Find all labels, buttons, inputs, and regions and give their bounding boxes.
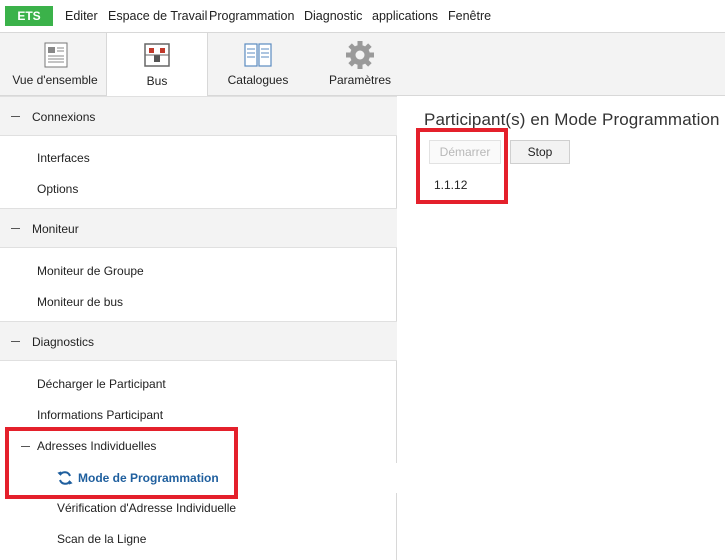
nav-item-scan-de-la-ligne[interactable]: Scan de la Ligne: [57, 532, 146, 546]
nav-item-decharger-participant[interactable]: Décharger le Participant: [37, 377, 166, 391]
menu-programmation[interactable]: Programmation: [209, 9, 294, 23]
tab-label: Paramètres: [328, 73, 392, 87]
highlight-box-adresses: [5, 427, 238, 499]
menu-bar: ETS Editer Espace de Travail Programmati…: [0, 0, 725, 32]
highlight-box-device: [416, 128, 508, 204]
nav-item-moniteur-de-bus[interactable]: Moniteur de bus: [37, 295, 123, 309]
overview-icon: [44, 42, 68, 68]
menu-editer[interactable]: Editer: [65, 9, 98, 23]
menu-diagnostic[interactable]: Diagnostic: [304, 9, 362, 23]
bus-icon: [144, 43, 170, 67]
tab-bus[interactable]: Bus: [106, 33, 208, 97]
catalog-icon: [244, 43, 272, 67]
tab-vue-ensemble[interactable]: Vue d'ensemble: [0, 33, 110, 96]
ets-app-button[interactable]: ETS: [5, 6, 53, 26]
collapse-icon[interactable]: [11, 341, 20, 342]
collapse-icon[interactable]: [11, 116, 20, 117]
section-title: Connexions: [32, 110, 96, 124]
tab-parametres[interactable]: Paramètres: [312, 33, 408, 96]
section-title: Diagnostics: [32, 335, 95, 349]
nav-item-moniteur-de-groupe[interactable]: Moniteur de Groupe: [37, 264, 144, 278]
section-moniteur[interactable]: Moniteur: [0, 208, 397, 248]
tab-label: Vue d'ensemble: [12, 73, 98, 87]
menu-espace-de-travail[interactable]: Espace de Travail: [108, 9, 207, 23]
section-connexions[interactable]: Connexions: [0, 96, 397, 136]
section-title: Moniteur: [32, 222, 79, 236]
nav-item-informations-participant[interactable]: Informations Participant: [37, 408, 163, 422]
collapse-icon[interactable]: [11, 228, 20, 229]
page-title: Participant(s) en Mode Programmation: [424, 110, 720, 129]
tab-label: Bus: [146, 74, 168, 88]
gear-icon: [346, 41, 374, 69]
nav-item-options[interactable]: Options: [37, 182, 78, 196]
ribbon: Vue d'ensemble Bus Catalogues Paramètres: [0, 32, 725, 97]
section-diagnostics[interactable]: Diagnostics: [0, 321, 397, 361]
tab-label: Catalogues: [227, 73, 289, 87]
nav-item-interfaces[interactable]: Interfaces: [37, 151, 90, 165]
stop-button[interactable]: Stop: [510, 140, 570, 164]
nav-item-verification-adresse[interactable]: Vérification d'Adresse Individuelle: [57, 501, 236, 515]
menu-fenetre[interactable]: Fenêtre: [448, 9, 491, 23]
menu-applications[interactable]: applications: [372, 9, 438, 23]
tab-catalogues[interactable]: Catalogues: [208, 33, 308, 96]
